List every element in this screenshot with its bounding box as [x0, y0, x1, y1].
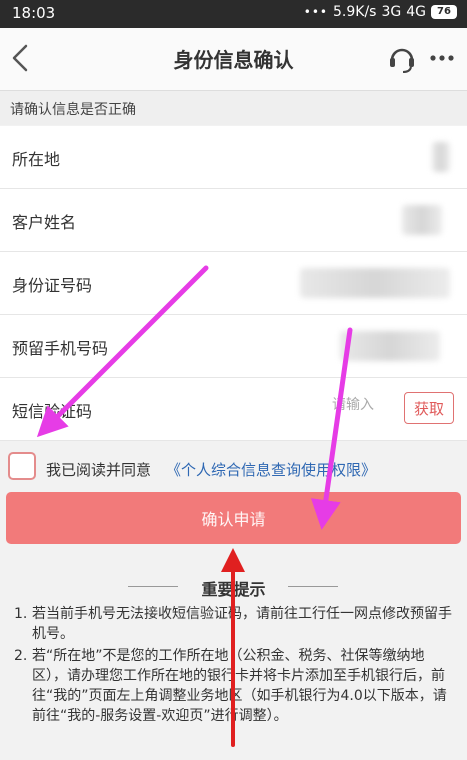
notice-item-text: 若“所在地”不是您的工作所在地（公积金、税务、社保等缴纳地区），请办理您工作所在…: [32, 648, 447, 724]
sms-code-label: 短信验证码: [12, 402, 93, 421]
phone-label: 预留手机号码: [12, 339, 109, 358]
headset-icon[interactable]: [388, 42, 416, 74]
agreement-row: 我已阅读并同意 《个人综合信息查询使用权限》: [0, 440, 467, 490]
confirm-hint-text: 请确认信息是否正确: [10, 102, 136, 118]
notice-item-text: 若当前手机号无法接收短信验证码，请前往工行任一网点修改预留手机号。: [32, 606, 452, 642]
phone-row: 预留手机号码: [0, 315, 467, 378]
phone-value-blurred: [340, 331, 440, 361]
location-row: 所在地: [0, 126, 467, 189]
status-indicators: ••• 5.9K/s 3G 4G 76: [304, 4, 457, 20]
notice-list: 1. 若当前手机号无法接收短信验证码，请前往工行任一网点修改预留手机号。 2. …: [14, 604, 454, 728]
sms-code-row: 短信验证码 获取: [0, 378, 467, 441]
more-icon[interactable]: [428, 48, 456, 68]
name-label: 客户姓名: [12, 213, 77, 232]
network-speed: 5.9K/s: [333, 4, 377, 20]
location-label: 所在地: [12, 150, 61, 169]
status-bar: 18:03 ••• 5.9K/s 3G 4G 76: [0, 0, 467, 28]
id-number-label: 身份证号码: [12, 276, 93, 295]
notice-item-number: 1.: [14, 606, 28, 622]
confirm-hint: 请确认信息是否正确: [0, 91, 467, 125]
sms-code-input[interactable]: [330, 396, 398, 414]
location-value-blurred: [432, 142, 450, 172]
signal-3g: 3G: [381, 4, 402, 20]
status-time: 18:03: [12, 4, 56, 22]
notice-title: 重要提示: [201, 580, 266, 599]
notice-divider-right: [288, 586, 338, 587]
battery-icon: 76: [431, 5, 457, 19]
notice-item: 1. 若当前手机号无法接收短信验证码，请前往工行任一网点修改预留手机号。: [14, 604, 454, 644]
agree-text: 我已阅读并同意: [46, 461, 152, 479]
name-value-blurred: [402, 205, 442, 235]
id-number-value-blurred: [300, 268, 450, 298]
nav-bar: 身份信息确认: [0, 28, 467, 91]
agree-checkbox[interactable]: [8, 452, 36, 480]
id-number-row: 身份证号码: [0, 252, 467, 315]
notice-item-number: 2.: [14, 648, 28, 664]
notice-item: 2. 若“所在地”不是您的工作所在地（公积金、税务、社保等缴纳地区），请办理您工…: [14, 646, 454, 726]
signal-4g: 4G: [406, 4, 426, 20]
agreement-link[interactable]: 《个人综合信息查询使用权限》: [166, 459, 376, 480]
confirm-apply-button[interactable]: 确认申请: [6, 492, 461, 544]
name-row: 客户姓名: [0, 189, 467, 252]
identity-form: 所在地 客户姓名 身份证号码 预留手机号码 短信验证码 获取: [0, 126, 467, 441]
get-code-button[interactable]: 获取: [404, 392, 454, 424]
notification-dots-icon: •••: [303, 5, 328, 19]
